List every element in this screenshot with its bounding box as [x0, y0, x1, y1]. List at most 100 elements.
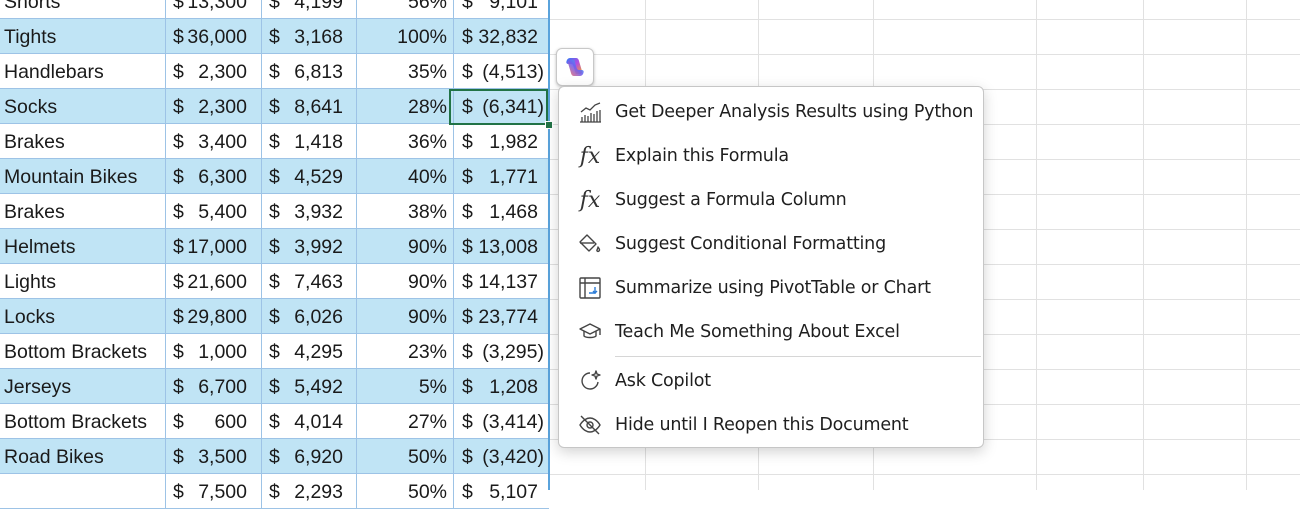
cell-amount[interactable]: 2,300 [198, 54, 247, 89]
cell-cost[interactable]: 6,813 [294, 54, 343, 89]
cell-difference[interactable]: 1,208 [489, 369, 538, 404]
currency-symbol[interactable]: $ [462, 159, 473, 194]
cell-product[interactable]: Lights [4, 264, 56, 299]
cell-percent[interactable]: 35% [408, 54, 447, 89]
currency-symbol[interactable]: $ [173, 404, 184, 439]
cell-amount[interactable]: 3,400 [198, 124, 247, 159]
cell-difference[interactable]: 13,008 [478, 229, 538, 264]
cell-amount[interactable]: 36,000 [187, 19, 247, 54]
cell-amount[interactable]: 7,500 [198, 474, 247, 509]
menu-item-python-analysis[interactable]: Get Deeper Analysis Results using Python [559, 90, 983, 134]
currency-symbol[interactable]: $ [269, 404, 280, 439]
currency-symbol[interactable]: $ [173, 124, 184, 159]
currency-symbol[interactable]: $ [462, 404, 473, 439]
currency-symbol[interactable]: $ [173, 369, 184, 404]
cell-percent[interactable]: 50% [408, 474, 447, 509]
currency-symbol[interactable]: $ [269, 264, 280, 299]
cell-cost[interactable]: 4,014 [294, 404, 343, 439]
currency-symbol[interactable]: $ [462, 124, 473, 159]
cell-difference[interactable]: (3,295) [482, 334, 544, 369]
fill-handle[interactable] [545, 121, 553, 129]
cell-product[interactable]: Brakes [4, 194, 65, 229]
cell-percent[interactable]: 100% [397, 19, 447, 54]
currency-symbol[interactable]: $ [269, 124, 280, 159]
cell-cost[interactable]: 2,293 [294, 474, 343, 509]
selected-cell[interactable] [449, 89, 548, 125]
cell-difference[interactable]: 1,771 [489, 159, 538, 194]
cell-cost[interactable]: 7,463 [294, 264, 343, 299]
currency-symbol[interactable]: $ [462, 229, 473, 264]
cell-amount[interactable]: 6,300 [198, 159, 247, 194]
currency-symbol[interactable]: $ [462, 369, 473, 404]
currency-symbol[interactable]: $ [173, 89, 184, 124]
menu-item-explain-formula[interactable]: fx Explain this Formula [559, 134, 983, 178]
cell-percent[interactable]: 90% [408, 299, 447, 334]
cell-difference[interactable]: 1,982 [489, 124, 538, 159]
cell-cost[interactable]: 6,920 [294, 439, 343, 474]
currency-symbol[interactable]: $ [173, 194, 184, 229]
cell-amount[interactable]: 17,000 [187, 229, 247, 264]
currency-symbol[interactable]: $ [173, 229, 184, 264]
cell-percent[interactable]: 56% [408, 0, 447, 19]
currency-symbol[interactable]: $ [269, 474, 280, 509]
cell-difference[interactable]: 32,832 [478, 19, 538, 54]
cell-amount[interactable]: 5,400 [198, 194, 247, 229]
copilot-button[interactable] [556, 48, 594, 86]
currency-symbol[interactable]: $ [462, 439, 473, 474]
currency-symbol[interactable]: $ [173, 0, 184, 19]
currency-symbol[interactable]: $ [269, 54, 280, 89]
cell-difference[interactable]: 9,101 [489, 0, 538, 19]
cell-product[interactable]: Jerseys [4, 369, 71, 404]
cell-amount[interactable]: 6,700 [198, 369, 247, 404]
cell-cost[interactable]: 3,992 [294, 229, 343, 264]
cell-cost[interactable]: 3,932 [294, 194, 343, 229]
cell-product[interactable]: Tights [4, 19, 56, 54]
cell-product[interactable]: Shorts [4, 0, 60, 19]
menu-item-pivottable[interactable]: Summarize using PivotTable or Chart [559, 266, 983, 310]
cell-amount[interactable]: 3,500 [198, 439, 247, 474]
menu-item-teach-me[interactable]: Teach Me Something About Excel [559, 310, 983, 354]
currency-symbol[interactable]: $ [269, 159, 280, 194]
currency-symbol[interactable]: $ [173, 299, 184, 334]
currency-symbol[interactable]: $ [462, 334, 473, 369]
cell-percent[interactable]: 23% [408, 334, 447, 369]
cell-product[interactable]: Socks [4, 89, 57, 124]
cell-product[interactable]: Road Bikes [4, 439, 104, 474]
cell-amount[interactable]: 13,300 [187, 0, 247, 19]
cell-product[interactable]: Handlebars [4, 54, 104, 89]
currency-symbol[interactable]: $ [269, 229, 280, 264]
cell-amount[interactable]: 21,600 [187, 264, 247, 299]
cell-difference[interactable]: 1,468 [489, 194, 538, 229]
cell-product[interactable]: Mountain Bikes [4, 159, 137, 194]
currency-symbol[interactable]: $ [269, 19, 280, 54]
cell-product[interactable]: Bottom Brackets [4, 334, 147, 369]
currency-symbol[interactable]: $ [462, 0, 473, 19]
menu-item-hide[interactable]: Hide until I Reopen this Document [559, 403, 983, 447]
cell-difference[interactable]: (3,420) [482, 439, 544, 474]
cell-product[interactable]: Brakes [4, 124, 65, 159]
currency-symbol[interactable]: $ [269, 369, 280, 404]
currency-symbol[interactable]: $ [173, 474, 184, 509]
currency-symbol[interactable]: $ [269, 194, 280, 229]
currency-symbol[interactable]: $ [462, 299, 473, 334]
currency-symbol[interactable]: $ [269, 89, 280, 124]
currency-symbol[interactable]: $ [269, 299, 280, 334]
currency-symbol[interactable]: $ [173, 334, 184, 369]
menu-item-ask-copilot[interactable]: Ask Copilot [559, 359, 983, 403]
cell-percent[interactable]: 40% [408, 159, 447, 194]
cell-percent[interactable]: 90% [408, 264, 447, 299]
cell-difference[interactable]: 14,137 [478, 264, 538, 299]
currency-symbol[interactable]: $ [173, 264, 184, 299]
cell-percent[interactable]: 27% [408, 404, 447, 439]
menu-item-formula-column[interactable]: fx Suggest a Formula Column [559, 178, 983, 222]
cell-amount[interactable]: 29,800 [187, 299, 247, 334]
cell-percent[interactable]: 50% [408, 439, 447, 474]
menu-item-conditional-formatting[interactable]: Suggest Conditional Formatting [559, 222, 983, 266]
currency-symbol[interactable]: $ [173, 159, 184, 194]
cell-product[interactable]: Locks [4, 299, 55, 334]
cell-cost[interactable]: 6,026 [294, 299, 343, 334]
cell-cost[interactable]: 3,168 [294, 19, 343, 54]
currency-symbol[interactable]: $ [269, 439, 280, 474]
currency-symbol[interactable]: $ [462, 194, 473, 229]
cell-percent[interactable]: 28% [408, 89, 447, 124]
